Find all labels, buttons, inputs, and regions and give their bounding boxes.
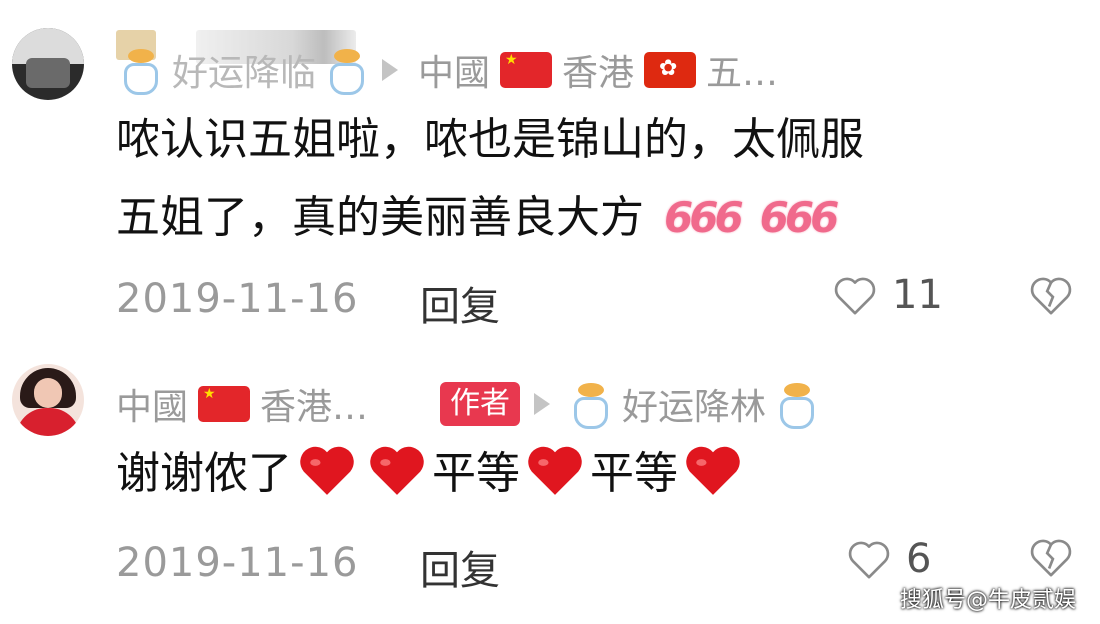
location: 中國	[116, 387, 189, 428]
author-badge: 作者	[440, 382, 521, 426]
comment-text-part: 谢谢侬了	[116, 448, 292, 499]
comment-text-part: 平等	[432, 448, 520, 499]
play-triangle-icon	[382, 59, 399, 81]
location: 五…	[706, 53, 779, 94]
hongkong-flag-icon	[644, 52, 697, 88]
avatar[interactable]	[12, 28, 84, 100]
ribbon-icon	[776, 383, 818, 429]
ribbon-icon	[120, 49, 162, 95]
emoji-666: 666	[664, 193, 744, 242]
ribbon-icon	[570, 383, 612, 429]
reply-button[interactable]: 回复	[420, 274, 500, 332]
comment-date: 2019-11-16	[116, 540, 359, 586]
comment-meta: 中國 香港… 作者 好运降林	[116, 378, 818, 430]
play-triangle-icon	[534, 393, 551, 415]
username[interactable]: 好运降临	[172, 44, 316, 96]
comment-text: 哝认识五姐啦，哝也是锦山的，太佩服	[116, 100, 864, 180]
like-count: 11	[892, 272, 943, 318]
comment-meta: 好运降临 中國 香港 五…	[120, 44, 778, 96]
location: 中國	[418, 53, 491, 94]
ribbon-icon	[326, 49, 368, 95]
like-count: 6	[906, 536, 932, 582]
location: 香港	[562, 53, 635, 94]
comment-text-part: 平等	[590, 448, 678, 499]
emoji-666: 666	[759, 193, 840, 242]
china-flag-icon	[500, 52, 553, 88]
comment-text-line: 哝认识五姐啦，哝也是锦山的，太佩服	[116, 114, 864, 165]
broken-heart-icon[interactable]	[1028, 274, 1074, 316]
red-heart-emoji	[300, 446, 354, 495]
heart-outline-icon	[848, 541, 890, 579]
like-button[interactable]: 11	[832, 272, 943, 318]
red-heart-emoji	[370, 446, 424, 495]
reply-to-username[interactable]: 好运降林	[622, 378, 766, 430]
watermark: 搜狐号@牛皮贰娱	[899, 588, 1076, 613]
comment-text-line: 五姐了，真的美丽善良大方	[116, 192, 644, 243]
comment-text: 五姐了，真的美丽善良大方 666 666	[116, 178, 840, 258]
heart-outline-icon	[834, 277, 876, 315]
comment-text: 谢谢侬了 平等 平等	[116, 434, 748, 514]
red-heart-emoji	[528, 446, 582, 495]
red-heart-emoji	[686, 446, 740, 495]
broken-heart-icon[interactable]	[1028, 536, 1074, 578]
avatar[interactable]	[12, 364, 84, 436]
reply-button[interactable]: 回复	[420, 538, 500, 596]
comment-date: 2019-11-16	[116, 276, 359, 322]
china-flag-icon	[198, 386, 251, 422]
like-button[interactable]: 6	[846, 536, 931, 582]
location: 香港…	[260, 387, 369, 428]
